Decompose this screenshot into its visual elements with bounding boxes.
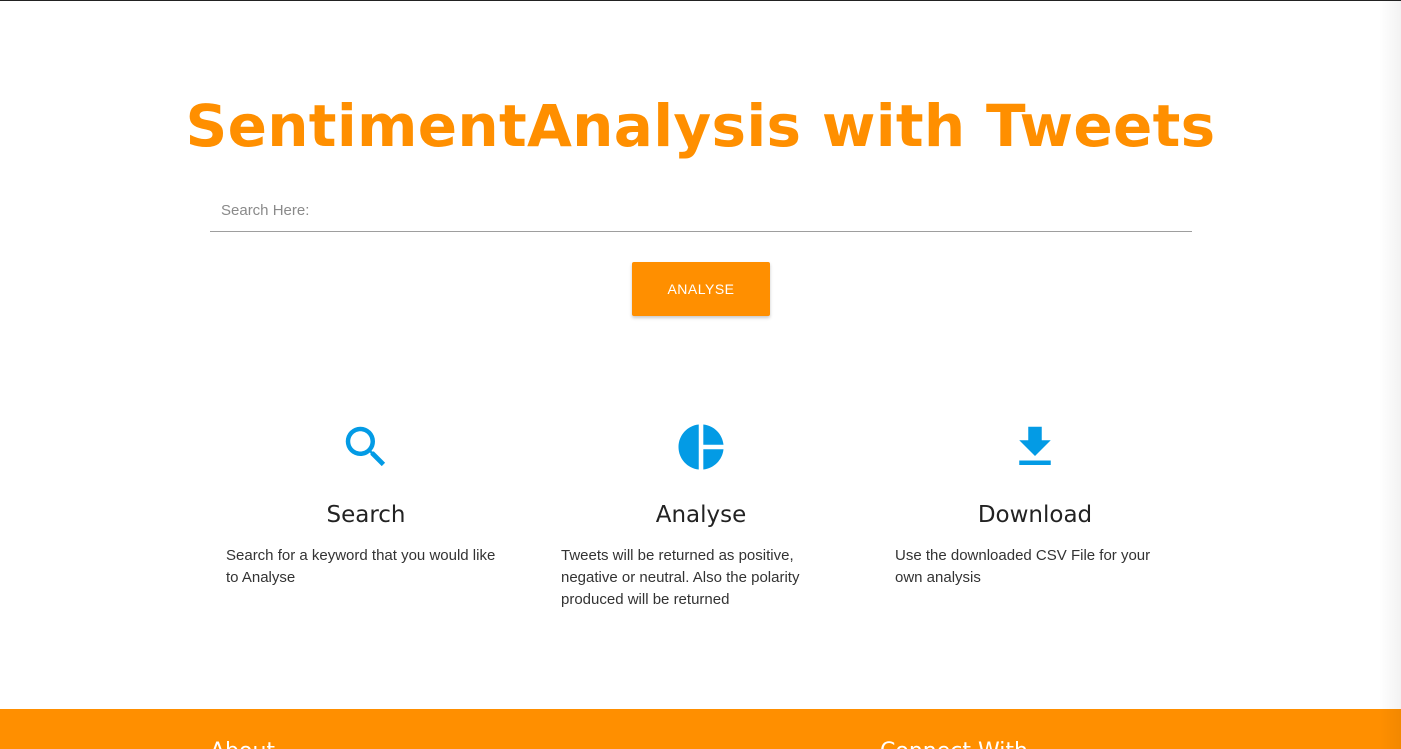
search-icon — [345, 426, 386, 467]
feature-analyse: Analyse Tweets will be returned as posit… — [546, 420, 856, 611]
feature-title: Analyse — [655, 502, 747, 528]
download-icon — [1019, 426, 1051, 465]
feature-title: Download — [977, 502, 1093, 528]
feature-title: Search — [326, 502, 406, 528]
footer-about-heading: About — [210, 739, 275, 749]
footer-connect-heading: Connect With — [880, 739, 1028, 749]
feature-description: Use the downloaded CSV File for your own… — [895, 547, 1151, 586]
feature-search: Search Search for a keyword that you wou… — [211, 420, 521, 589]
top-border — [0, 0, 1401, 1]
feature-download: Download Use the downloaded CSV File for… — [880, 420, 1190, 589]
search-field — [210, 190, 1192, 232]
feature-description: Search for a keyword that you would like… — [226, 547, 496, 586]
search-input[interactable] — [210, 190, 1192, 231]
page-title: SentimentAnalysis with Tweets — [185, 92, 1216, 160]
pie-chart-icon — [678, 424, 724, 470]
footer: About Connect With — [0, 709, 1401, 749]
feature-description: Tweets will be returned as positive, neg… — [561, 547, 800, 608]
analyse-button[interactable]: ANALYSE — [632, 262, 770, 316]
